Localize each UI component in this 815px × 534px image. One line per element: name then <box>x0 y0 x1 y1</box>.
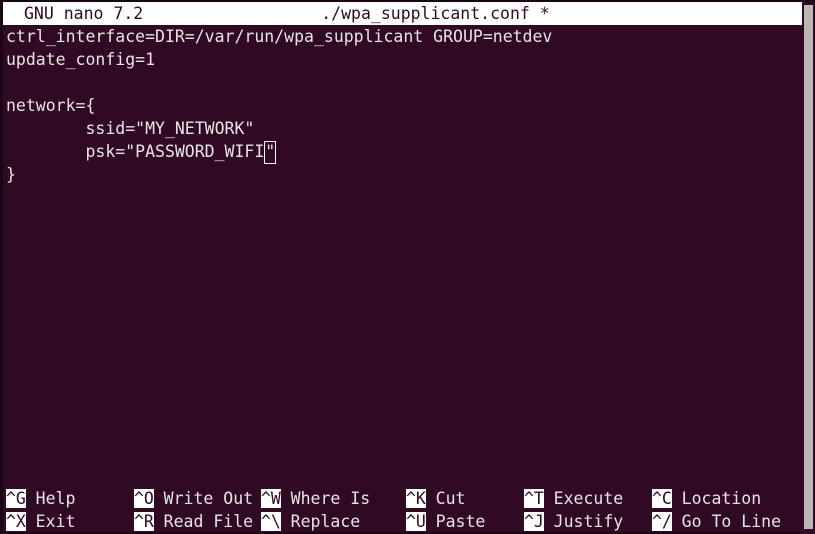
scrollbar-track[interactable] <box>802 2 815 534</box>
shortcut-key: ^C <box>652 489 672 508</box>
code-line-with-cursor: psk="PASSWORD_WIFI" <box>6 140 277 164</box>
shortcut-label: Location <box>681 489 762 508</box>
shortcut-go-to-line[interactable]: ^/ Go To Line <box>652 510 781 533</box>
shortcut-key: ^W <box>261 489 281 508</box>
shortcut-row-bottom: ^X Exit ^R Read File ^\ Replace ^U Paste ^J J… <box>3 510 805 533</box>
shortcut-cut[interactable]: ^K Cut <box>406 487 465 510</box>
filename-label: ./wpa_supplicant.conf <box>321 4 530 23</box>
title-space <box>530 4 540 23</box>
modified-marker: * <box>539 4 550 23</box>
shortcut-replace[interactable]: ^\ Replace <box>261 510 360 533</box>
shortcut-label: Write Out <box>163 489 254 508</box>
shortcut-key: ^O <box>134 489 154 508</box>
shortcut-exit[interactable]: ^X Exit <box>6 510 75 533</box>
shortcut-label: Exit <box>35 512 76 531</box>
shortcut-help-bar: ^G Help ^O Write Out ^W Where Is ^K Cut ^T Ex… <box>3 487 805 534</box>
shortcut-write-out[interactable]: ^O Write Out <box>134 487 253 510</box>
text-cursor: " <box>264 141 277 164</box>
shortcut-key: ^/ <box>652 512 672 531</box>
shortcut-location[interactable]: ^C Location <box>652 487 761 510</box>
shortcut-label: Paste <box>435 512 486 531</box>
scrollbar-thumb[interactable] <box>804 5 813 529</box>
shortcut-key: ^X <box>6 512 26 531</box>
shortcut-label: Go To Line <box>681 512 782 531</box>
code-line: update_config=1 <box>6 50 156 69</box>
shortcut-label: Help <box>35 489 76 508</box>
shortcut-label: Execute <box>553 489 624 508</box>
shortcut-where-is[interactable]: ^W Where Is <box>261 487 370 510</box>
nano-title-bar: GNU nano 7.2 ./wpa_supplicant.conf * <box>3 2 805 25</box>
code-line: } <box>6 165 16 184</box>
code-line: ctrl_interface=DIR=/var/run/wpa_supplica… <box>6 27 553 46</box>
shortcut-key: ^R <box>134 512 154 531</box>
shortcut-label: Read File <box>163 512 254 531</box>
shortcut-key: ^T <box>524 489 544 508</box>
shortcut-key: ^G <box>6 489 26 508</box>
shortcut-key: ^\ <box>261 512 281 531</box>
shortcut-justify[interactable]: ^J Justify <box>524 510 623 533</box>
shortcut-key: ^K <box>406 489 426 508</box>
shortcut-paste[interactable]: ^U Paste <box>406 510 485 533</box>
code-line: network={ <box>6 96 96 115</box>
shortcut-help[interactable]: ^G Help <box>6 487 75 510</box>
code-line: ssid="MY_NETWORK" <box>6 119 255 138</box>
shortcut-row-top: ^G Help ^O Write Out ^W Where Is ^K Cut ^T Ex… <box>3 487 805 510</box>
editor-text-area[interactable]: ctrl_interface=DIR=/var/run/wpa_supplica… <box>3 25 803 487</box>
shortcut-label: Where Is <box>290 489 371 508</box>
shortcut-key: ^J <box>524 512 544 531</box>
shortcut-label: Cut <box>435 489 466 508</box>
shortcut-label: Justify <box>553 512 624 531</box>
shortcut-read-file[interactable]: ^R Read File <box>134 510 253 533</box>
shortcut-execute[interactable]: ^T Execute <box>524 487 623 510</box>
shortcut-key: ^U <box>406 512 426 531</box>
shortcut-label: Replace <box>290 512 361 531</box>
code-line-text: psk="PASSWORD_WIFI <box>6 142 265 161</box>
nano-version-label: GNU nano 7.2 <box>24 4 144 23</box>
terminal-window: GNU nano 7.2 ./wpa_supplicant.conf * ctrl… <box>0 0 815 534</box>
